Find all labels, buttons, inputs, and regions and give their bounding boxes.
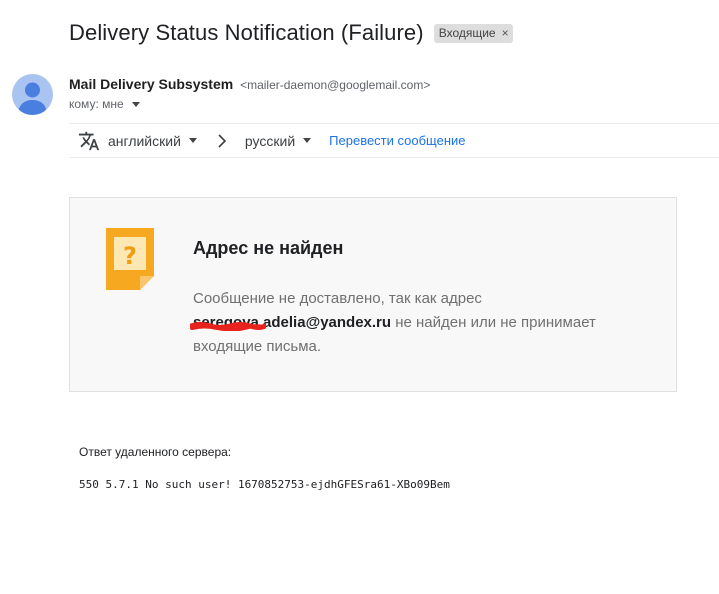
- source-language-select[interactable]: английский: [108, 133, 197, 149]
- recipient-label: кому: мне: [69, 97, 124, 111]
- translate-icon: [78, 131, 100, 150]
- source-language-label: английский: [108, 132, 181, 149]
- bounce-notice-card: ? Адрес не найден Сообщение не доставлен…: [69, 197, 677, 392]
- sender-name[interactable]: Mail Delivery Subsystem: [69, 76, 233, 92]
- sender-email: <mailer-daemon@googlemail.com>: [240, 78, 431, 92]
- translate-message-link[interactable]: Перевести сообщение: [329, 133, 465, 148]
- chevron-down-icon: [188, 138, 197, 143]
- target-language-label: русский: [244, 132, 296, 149]
- server-response-code: 550 5.7.1 No such user! 1670852753-ejdhG…: [79, 478, 450, 491]
- server-response-label: Ответ удаленного сервера:: [79, 445, 232, 459]
- svg-text:?: ?: [123, 242, 137, 270]
- translate-bar: английский русский Перевести сообщение: [69, 123, 719, 158]
- bounce-message: Сообщение не доставлено, так как адрес s…: [190, 287, 633, 359]
- remove-label-icon[interactable]: ×: [502, 26, 509, 40]
- missing-address-icon: ?: [106, 228, 154, 290]
- inbox-label-text: Входящие: [438, 26, 496, 40]
- person-icon: [18, 82, 47, 115]
- chevron-right-icon: [218, 133, 227, 148]
- inbox-label-chip[interactable]: Входящие ×: [433, 23, 513, 43]
- target-language-select[interactable]: русский: [244, 132, 312, 149]
- chevron-down-icon: [303, 138, 312, 143]
- email-subject: Delivery Status Notification (Failure): [69, 20, 424, 45]
- recipient-details-toggle[interactable]: кому: мне: [69, 97, 140, 111]
- sender-avatar[interactable]: [12, 74, 53, 115]
- bounce-message-start: Сообщение не доставлено, так как адрес: [193, 290, 482, 307]
- subject-row: Delivery Status Notification (Failure) В…: [69, 18, 513, 48]
- recipient-address: seregova.adelia@yandex.ru: [190, 314, 392, 331]
- recipient-address-text: seregova.adelia@yandex.ru: [193, 314, 392, 331]
- chevron-down-icon: [131, 101, 140, 107]
- bounce-title: Адрес не найден: [193, 238, 344, 258]
- sender-line: Mail Delivery Subsystem <mailer-daemon@g…: [69, 76, 430, 92]
